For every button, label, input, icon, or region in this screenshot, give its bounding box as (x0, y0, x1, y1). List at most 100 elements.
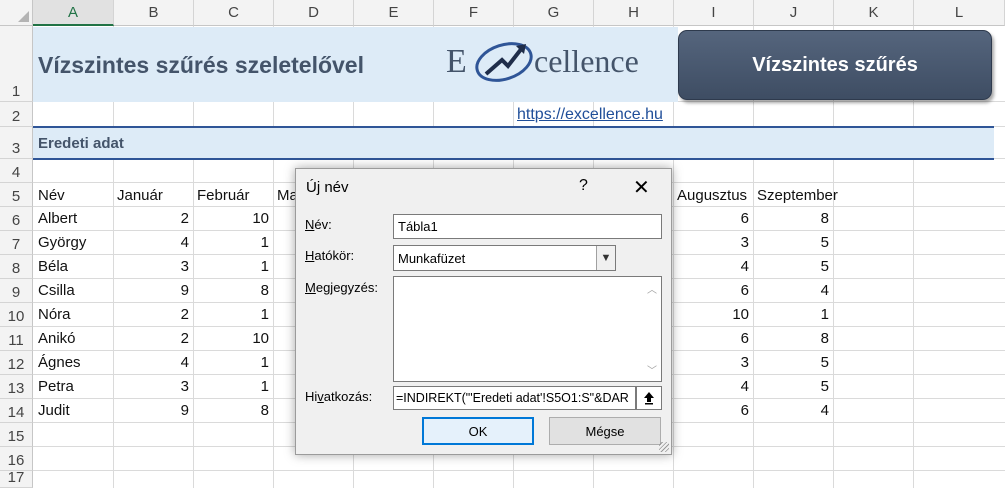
resize-grip-icon[interactable] (659, 442, 669, 452)
table-cell-name[interactable]: Albert (38, 208, 77, 230)
website-link[interactable]: https://excellence.hu (517, 106, 663, 124)
row-header-5[interactable]: 5 (0, 183, 33, 207)
header-february[interactable]: Február (197, 185, 250, 207)
select-all-corner[interactable] (0, 0, 33, 26)
table-cell-name[interactable]: György (38, 232, 86, 254)
close-icon[interactable]: ✕ (633, 175, 650, 200)
table-cell-name[interactable]: Ágnes (38, 352, 81, 374)
table-cell-jan[interactable]: 9 (114, 400, 189, 422)
table-cell-aug[interactable]: 6 (674, 400, 749, 422)
table-cell-sep[interactable]: 5 (754, 232, 829, 254)
column-header-h[interactable]: H (594, 0, 674, 26)
comment-scrollbar[interactable]: ︿ ﹀ (643, 277, 661, 381)
column-header-i[interactable]: I (674, 0, 754, 26)
table-cell-jan[interactable]: 4 (114, 352, 189, 374)
row-header-13[interactable]: 13 (0, 375, 33, 399)
table-cell-feb[interactable]: 8 (194, 400, 269, 422)
header-september[interactable]: Szeptember (757, 185, 838, 207)
table-cell-name[interactable]: Csilla (38, 280, 75, 302)
column-header-c[interactable]: C (194, 0, 274, 26)
row-header-15[interactable]: 15 (0, 423, 33, 447)
table-cell-jan[interactable]: 9 (114, 280, 189, 302)
table-cell-jan[interactable]: 2 (114, 328, 189, 350)
row-header-2[interactable]: 2 (0, 102, 33, 127)
column-header-l[interactable]: L (914, 0, 1005, 26)
row-header-16[interactable]: 16 (0, 447, 33, 471)
reference-label: Hivatkozás: (305, 389, 373, 404)
row-header-14[interactable]: 14 (0, 399, 33, 423)
row-header-11[interactable]: 11 (0, 327, 33, 351)
column-header-j[interactable]: J (754, 0, 834, 26)
table-cell-feb[interactable]: 8 (194, 280, 269, 302)
row-header-3[interactable]: 3 (0, 127, 33, 159)
table-cell-sep[interactable]: 8 (754, 328, 829, 350)
scope-select[interactable]: Munkafüzet ▼ (393, 245, 616, 271)
table-cell-feb[interactable]: 10 (194, 328, 269, 350)
table-cell-aug[interactable]: 4 (674, 376, 749, 398)
table-cell-jan[interactable]: 3 (114, 256, 189, 278)
table-cell-name[interactable]: Petra (38, 376, 74, 398)
reference-input[interactable]: =INDIREKT("'Eredeti adat'!S5O1:S"&DAR (393, 386, 636, 410)
table-cell-aug[interactable]: 10 (674, 304, 749, 326)
table-cell-sep[interactable]: 4 (754, 400, 829, 422)
column-header-g[interactable]: G (514, 0, 594, 26)
table-cell-feb[interactable]: 1 (194, 256, 269, 278)
table-cell-sep[interactable]: 5 (754, 376, 829, 398)
help-button[interactable]: ? (579, 177, 588, 195)
row-header-12[interactable]: 12 (0, 351, 33, 375)
table-cell-aug[interactable]: 3 (674, 232, 749, 254)
table-cell-jan[interactable]: 2 (114, 208, 189, 230)
column-header-k[interactable]: K (834, 0, 914, 26)
table-cell-name[interactable]: Béla (38, 256, 68, 278)
table-cell-feb[interactable]: 1 (194, 376, 269, 398)
table-cell-jan[interactable]: 4 (114, 232, 189, 254)
table-cell-jan[interactable]: 3 (114, 376, 189, 398)
header-name[interactable]: Név (38, 185, 65, 207)
collapse-dialog-icon[interactable] (636, 386, 662, 410)
table-cell-sep[interactable]: 1 (754, 304, 829, 326)
scroll-up-icon[interactable]: ︿ (647, 281, 657, 296)
row-header-1[interactable]: 1 (0, 26, 33, 102)
table-cell-feb[interactable]: 10 (194, 208, 269, 230)
name-input[interactable]: Tábla1 (393, 214, 662, 239)
row-header-8[interactable]: 8 (0, 255, 33, 279)
table-cell-sep[interactable]: 5 (754, 352, 829, 374)
spreadsheet[interactable]: ABCDEFGHIJKL 1 2 3 4 5 6 7 8 9 10 11 12 13 14 15 16 17 V… (0, 0, 1005, 488)
chevron-down-icon[interactable]: ▼ (596, 246, 615, 270)
subtitle-band (33, 128, 994, 158)
horizontal-filter-button[interactable]: Vízszintes szűrés (678, 30, 992, 100)
table-cell-aug[interactable]: 3 (674, 352, 749, 374)
scroll-down-icon[interactable]: ﹀ (647, 362, 657, 377)
table-cell-jan[interactable]: 2 (114, 304, 189, 326)
column-header-d[interactable]: D (274, 0, 354, 26)
table-cell-name[interactable]: Judit (38, 400, 70, 422)
table-cell-sep[interactable]: 4 (754, 280, 829, 302)
row-header-9[interactable]: 9 (0, 279, 33, 303)
ok-button[interactable]: OK (422, 417, 534, 445)
row-header-17[interactable]: 17 (0, 469, 33, 488)
column-header-a[interactable]: A (33, 0, 114, 26)
header-january[interactable]: Január (117, 185, 163, 207)
table-cell-feb[interactable]: 1 (194, 304, 269, 326)
column-header-f[interactable]: F (434, 0, 514, 26)
table-cell-name[interactable]: Nóra (38, 304, 71, 326)
table-cell-feb[interactable]: 1 (194, 232, 269, 254)
table-cell-sep[interactable]: 8 (754, 208, 829, 230)
column-header-b[interactable]: B (114, 0, 194, 26)
comment-label: Megjegyzés: (305, 280, 378, 295)
column-header-e[interactable]: E (354, 0, 434, 26)
table-cell-aug[interactable]: 6 (674, 280, 749, 302)
cancel-button[interactable]: Mégse (549, 417, 661, 445)
table-cell-sep[interactable]: 5 (754, 256, 829, 278)
row-header-7[interactable]: 7 (0, 231, 33, 255)
table-cell-aug[interactable]: 6 (674, 208, 749, 230)
comment-textarea[interactable]: ︿ ﹀ (393, 276, 662, 382)
table-cell-aug[interactable]: 4 (674, 256, 749, 278)
table-cell-aug[interactable]: 6 (674, 328, 749, 350)
header-august[interactable]: Augusztus (677, 185, 747, 207)
row-header-6[interactable]: 6 (0, 207, 33, 231)
table-cell-feb[interactable]: 1 (194, 352, 269, 374)
row-header-10[interactable]: 10 (0, 303, 33, 327)
row-header-4[interactable]: 4 (0, 159, 33, 183)
table-cell-name[interactable]: Anikó (38, 328, 76, 350)
